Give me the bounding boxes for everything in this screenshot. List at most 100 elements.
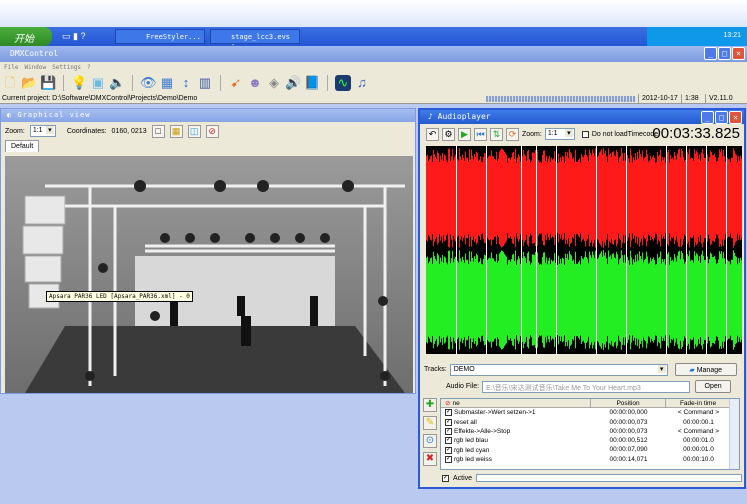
table-row[interactable]: ✓ reset all 00:00:00,073 00:00:00.1 [441,418,739,427]
manage-button[interactable]: ▰ Manage [674,363,737,376]
menu-window[interactable]: Window [24,64,46,71]
tab-default[interactable]: Default [5,140,40,152]
cube-icon[interactable]: ▣ [90,75,106,91]
table-row[interactable]: ✓ rgb led cyan 00:00:07,090 00:00:01.0 [441,445,739,454]
waveform-left-bar [508,158,509,238]
waveform-left-bar [524,154,525,242]
row-checkbox[interactable]: ✓ [445,428,452,436]
waveform-right-bar [502,251,503,349]
play-icon[interactable]: ▶ [458,127,471,141]
audio-zoom-select[interactable]: 1:1 [544,128,575,140]
minimize-button[interactable]: _ [704,47,717,60]
waveform-left-bar [435,156,436,240]
waveform-right-bar [554,253,555,347]
waveform-right-bar [714,255,715,345]
menu-file[interactable]: File [4,64,18,71]
lightbulb-icon[interactable]: 💡 [71,75,87,91]
audioplayer-title: Audioplayer [437,112,491,121]
undo-icon[interactable]: ↶ [426,127,439,141]
down-icon[interactable]: ⊙ [423,434,437,448]
waveform-right-bar [543,252,544,348]
waveform-right-bar [658,258,659,342]
waveform-right-bar [430,258,431,342]
tracks-select[interactable]: DEMO [449,363,668,376]
no-timecode-checkbox[interactable] [581,130,589,138]
delete-icon[interactable]: ✖ [423,452,437,466]
waveform-right-bar [621,250,622,350]
add-icon[interactable]: ✚ [423,398,437,412]
rewind-icon[interactable]: ⏮ [474,127,487,141]
row-checkbox[interactable]: ✓ [445,418,452,426]
row-checkbox[interactable]: ✓ [445,455,452,463]
menu-help[interactable]: ? [87,64,91,71]
waveform-right-bar [579,260,580,340]
masks-icon[interactable]: ☻ [247,75,263,91]
quicklaunch-icons[interactable]: ▭ ▮ ? [62,31,85,42]
col-name[interactable]: ne [452,399,459,408]
audio-file-input[interactable]: E:\音乐\宋达测试音乐\Take Me To Your Heart.mp3 [482,380,691,393]
book-icon[interactable]: 📘 [304,75,320,91]
waveform-right-bar [587,258,588,342]
table-row[interactable]: ✓ rgb led blau 00:00:00,512 00:00:01.0 [441,436,739,445]
row-fade: 00:00:01.0 [683,446,714,454]
task-stage[interactable]: stage_lcc3.evs -... [210,29,300,49]
ap-maximize-button[interactable]: □ [715,111,728,124]
row-checkbox[interactable]: ✓ [445,446,452,454]
zoom-select[interactable]: 1:1 [29,125,56,137]
cube-view-icon[interactable]: ◫ [187,124,201,138]
menu-settings[interactable]: Settings [52,64,81,71]
effects-icon[interactable]: ➹ [228,75,244,91]
waveform-right-bar [581,255,582,345]
faders-icon[interactable]: ▥ [197,75,213,91]
maximize-button[interactable]: □ [718,47,731,60]
waveform-icon[interactable]: ∿ [335,75,351,91]
table-row[interactable]: ✓ Submaster->Wert setzen->1 00:00:00,000 < … [441,408,739,417]
edit-pencil-icon[interactable]: ✎ [423,416,437,430]
cue-icon[interactable]: ◈ [266,75,282,91]
sync-icon[interactable]: ⇅ [490,127,503,141]
audio-file-row: Audio File: E:\音乐\宋达测试音乐\Take Me To Your… [446,380,744,393]
ap-minimize-button[interactable]: _ [701,111,714,124]
stop-icon[interactable]: ⊘ [205,124,219,138]
audio-toolbar: ↶ ⚙ ▶ ⏮ ⇅ ⟳ Zoom: 1:1 Do not loadTimecod… [420,124,744,144]
close-button[interactable]: × [732,47,745,60]
open-folder-icon[interactable]: 📂 [21,75,37,91]
frame-icon[interactable]: □ [151,124,165,138]
refresh-icon[interactable]: ⟳ [506,127,519,141]
eye-icon[interactable]: 👁 [140,75,157,91]
waveform-left-bar [653,155,654,241]
new-icon[interactable]: 🗋 [2,75,18,91]
waveform-display[interactable] [426,146,742,354]
task-freestyler[interactable]: FreeStyler... [115,29,205,44]
sound-icon[interactable]: 🔊 [285,75,301,91]
waveform-left-bar [740,155,741,241]
row-checkbox[interactable]: ✓ [445,437,452,445]
start-button[interactable]: 开始 [0,27,52,46]
table-row[interactable]: ✓ Effekte->Alle->Stop 00:00:00,073 < Comman… [441,427,739,436]
waveform-right-bar [613,253,614,347]
updown-arrow-icon[interactable]: ↕ [178,75,194,91]
active-checkbox[interactable]: ✓ [442,474,449,482]
waveform-right-bar [643,262,644,338]
window-icon[interactable]: ▦ [159,75,175,91]
waveform-right-bar [442,254,443,346]
waveform-left-bar [671,158,672,238]
col-fade[interactable]: Fade-in time [666,399,731,408]
table-scrollbar[interactable] [729,399,739,469]
waveform-right-bar [619,259,620,341]
waveform-left-bar [438,153,439,243]
speaker-icon[interactable]: 🔈 [109,75,125,91]
music-note-icon[interactable]: ♫ [354,75,370,91]
row-checkbox[interactable]: ✓ [445,409,452,417]
waveform-right-bar [730,264,731,336]
grid-icon[interactable]: ▦ [169,124,183,138]
stage-canvas[interactable] [5,156,413,393]
open-button[interactable]: Open [695,380,732,393]
ap-close-button[interactable]: × [729,111,742,124]
col-position[interactable]: Position [591,399,666,408]
save-icon[interactable]: 💾 [40,75,56,91]
waveform-right-bar [461,261,462,339]
settings-gear-icon[interactable]: ⚙ [442,127,455,141]
waveform-right-bar [452,250,453,350]
table-row[interactable]: ✓ rgb led weiss 00:00:14,071 00:00:10.0 [441,455,739,464]
